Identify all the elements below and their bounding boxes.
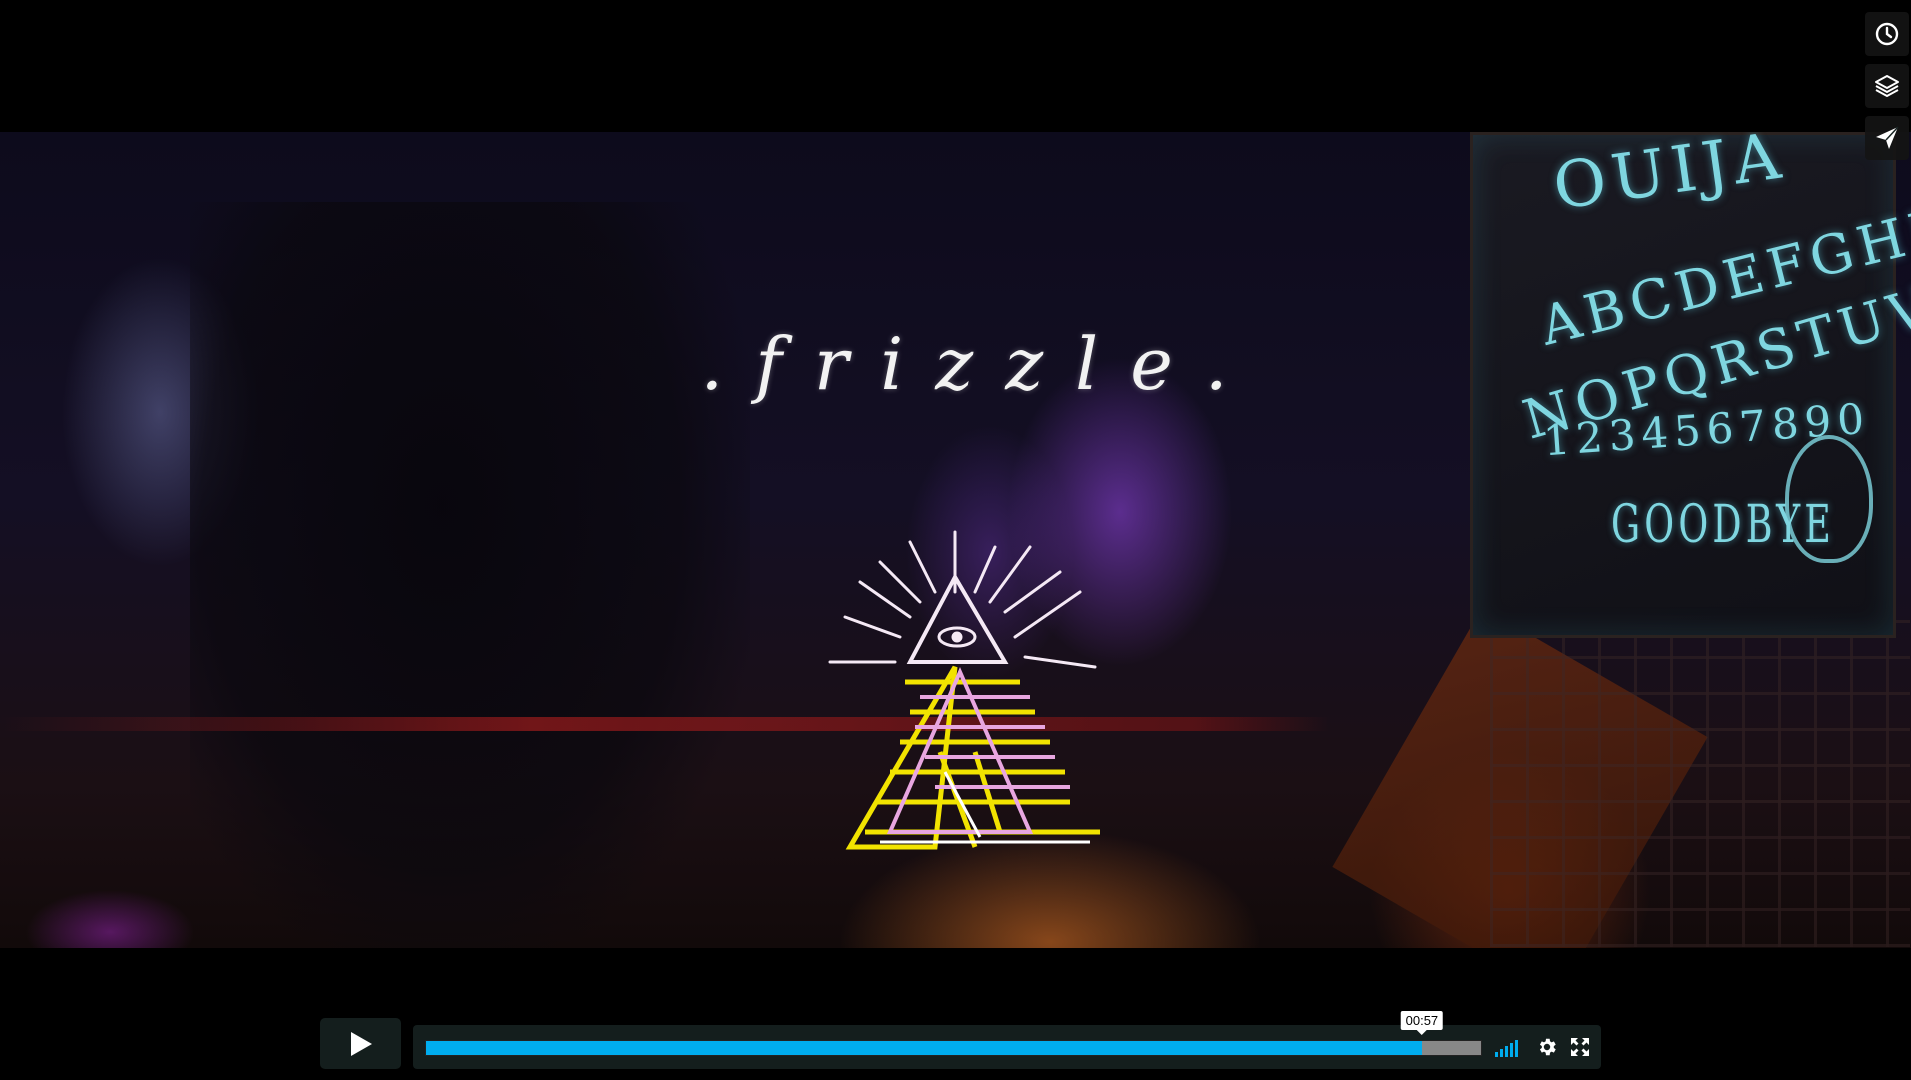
play-button[interactable] bbox=[320, 1018, 401, 1069]
video-frame[interactable]: OUIJA ABCDEFGHIJKLM NOPQRSTUVWXYZ 123456… bbox=[0, 132, 1911, 948]
crowd-silhouette bbox=[190, 202, 750, 948]
planchette bbox=[1785, 435, 1873, 563]
progress-played bbox=[426, 1041, 1422, 1055]
watch-later-button[interactable] bbox=[1865, 12, 1909, 56]
gear-icon[interactable] bbox=[1536, 1036, 1558, 1058]
side-button-group bbox=[1865, 12, 1909, 168]
play-icon bbox=[350, 1031, 372, 1056]
ouija-line-1: OUIJA bbox=[1548, 132, 1791, 225]
volume-bars-icon[interactable] bbox=[1495, 1037, 1525, 1057]
pyramid-eye-logo bbox=[828, 530, 1100, 850]
fullscreen-icon[interactable] bbox=[1570, 1037, 1590, 1057]
paper-plane-icon bbox=[1876, 126, 1899, 149]
video-title-overlay: .frizzle. bbox=[700, 322, 1260, 406]
clock-icon bbox=[1875, 22, 1899, 46]
control-bar: 00:57 bbox=[413, 1011, 1601, 1069]
progress-bar[interactable]: 00:57 bbox=[425, 1011, 1482, 1056]
collections-button[interactable] bbox=[1865, 64, 1909, 108]
ouija-board: OUIJA ABCDEFGHIJKLM NOPQRSTUVWXYZ 123456… bbox=[1470, 132, 1911, 638]
time-tooltip: 00:57 bbox=[1400, 1011, 1444, 1035]
wire-grid bbox=[1490, 607, 1910, 947]
layers-icon bbox=[1875, 75, 1899, 97]
share-button[interactable] bbox=[1865, 116, 1909, 160]
